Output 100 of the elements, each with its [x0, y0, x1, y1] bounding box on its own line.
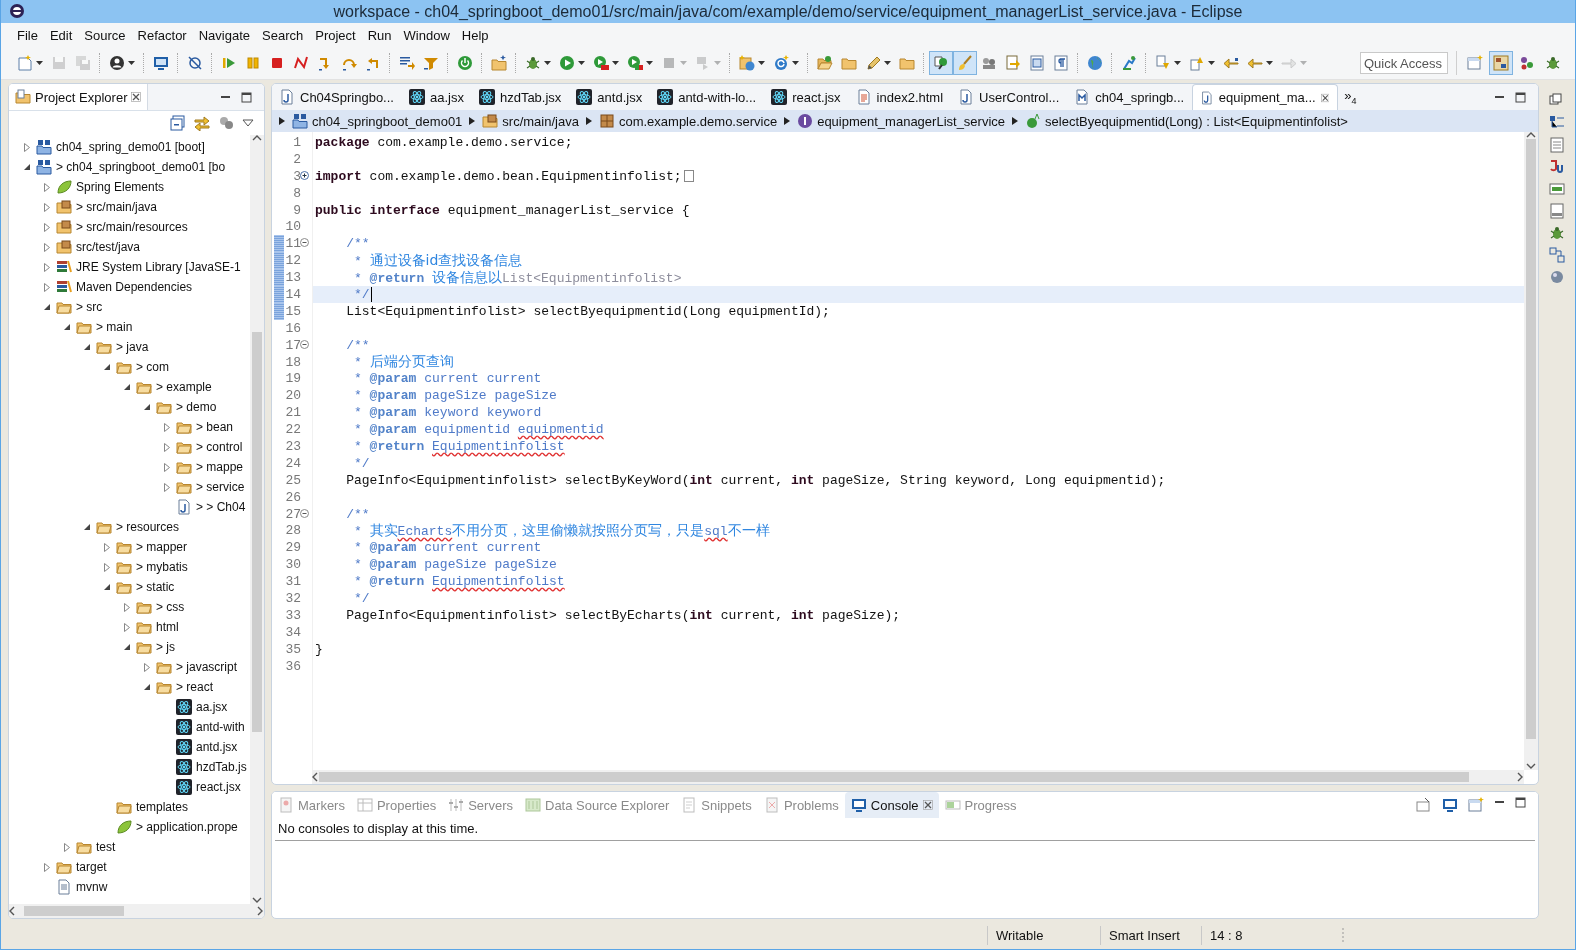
menu-item[interactable]: File — [11, 25, 44, 45]
tree-item[interactable]: Spring Elements — [76, 180, 165, 194]
tree-item[interactable]: aa.jsx — [196, 700, 228, 714]
tree-item[interactable]: > css — [156, 600, 185, 614]
quick-access-field[interactable]: Quick Access — [1360, 52, 1448, 74]
scroll-right-icon[interactable] — [257, 906, 264, 916]
tree-item[interactable]: > application.prope — [136, 820, 238, 834]
expanded-arrow-icon[interactable] — [103, 583, 111, 591]
editor-tab[interactable]: antd-with-lo... — [650, 84, 765, 110]
caret-icon[interactable] — [758, 61, 765, 65]
editor-tab[interactable]: equipment_ma... — [1192, 84, 1339, 110]
fold-minus-icon[interactable] — [300, 339, 309, 349]
breadcrumb-arrow-icon[interactable] — [584, 116, 593, 126]
editor-tab[interactable]: aa.jsx — [401, 84, 472, 110]
filter-icon[interactable] — [218, 115, 234, 131]
hierarchy-icon[interactable] — [1549, 247, 1565, 263]
link-arrows-icon[interactable] — [194, 115, 210, 131]
scroll-down-icon[interactable] — [252, 897, 262, 904]
horizontal-scrollbar[interactable] — [312, 770, 1524, 784]
expanded-arrow-icon[interactable] — [83, 343, 91, 351]
breadcrumb-item[interactable]: equipment_managerList_service — [797, 113, 1006, 129]
caret-icon[interactable] — [1266, 61, 1273, 65]
scroll-left-icon[interactable] — [312, 772, 319, 782]
tree-item[interactable]: > js — [156, 640, 175, 654]
menu-item[interactable]: Help — [455, 25, 495, 45]
perspective-button[interactable] — [1489, 51, 1513, 75]
fold-minus-icon[interactable] — [300, 238, 309, 248]
tree-item[interactable]: test — [96, 840, 116, 854]
collapsed-arrow-icon[interactable] — [43, 862, 51, 872]
scroll-right-icon[interactable] — [1517, 772, 1524, 782]
tree-item[interactable]: antd.jsx — [196, 740, 238, 754]
tree-item[interactable]: html — [156, 620, 179, 634]
pin-icon[interactable] — [1416, 797, 1432, 813]
close-icon[interactable] — [1320, 92, 1330, 103]
caret-icon[interactable] — [578, 61, 585, 65]
tree-item[interactable]: target — [76, 860, 107, 874]
menu-item[interactable]: Run — [361, 25, 398, 45]
view-tab[interactable]: Markers — [272, 792, 351, 818]
caret-icon[interactable] — [1208, 61, 1215, 65]
breadcrumb-item[interactable]: com.example.demo.service — [598, 113, 778, 129]
caret-icon[interactable] — [128, 61, 135, 65]
scroll-thumb[interactable] — [319, 772, 1469, 782]
tree-item[interactable]: > example — [156, 380, 212, 394]
expanded-arrow-icon[interactable] — [123, 383, 131, 391]
view-tab[interactable]: Problems — [757, 792, 845, 818]
breadcrumb-arrow-icon[interactable] — [783, 116, 792, 126]
tree-item[interactable]: > mappe — [196, 460, 244, 474]
tree-item[interactable]: Maven Dependencies — [76, 280, 193, 294]
tree-item[interactable]: templates — [136, 800, 189, 814]
tree-item[interactable]: > javascript — [176, 660, 238, 674]
tree-item[interactable]: > > Ch04 — [196, 500, 246, 514]
terminal-icon[interactable] — [1549, 181, 1565, 197]
breadcrumb-item[interactable]: selectByequipmentid(Long) : List<Equipmentinfolist> — [1025, 113, 1348, 129]
fold-minus-icon[interactable] — [300, 508, 309, 518]
close-icon[interactable] — [131, 92, 142, 102]
tree-item[interactable]: > demo — [176, 400, 217, 414]
breadcrumb-arrow-icon[interactable] — [278, 116, 286, 126]
maximize-icon[interactable] — [1515, 91, 1526, 103]
scroll-thumb[interactable] — [24, 906, 124, 916]
tree-item[interactable]: > src/main/resources — [76, 220, 188, 234]
menu-item[interactable]: Window — [397, 25, 456, 45]
caret-icon[interactable] — [884, 61, 891, 65]
tree-item[interactable]: mvnw — [76, 880, 108, 894]
expanded-arrow-icon[interactable] — [23, 163, 31, 171]
menu-item[interactable]: Search — [256, 25, 310, 45]
breadcrumb-item[interactable]: src/main/java — [482, 113, 579, 129]
caret-icon[interactable] — [544, 61, 551, 65]
outline-icon[interactable] — [1549, 115, 1565, 131]
tree-item[interactable]: > mybatis — [136, 560, 188, 574]
tree-item[interactable]: > com — [136, 360, 169, 374]
view-tab[interactable]: Project Explorer — [9, 84, 149, 110]
caret-icon[interactable] — [646, 61, 653, 65]
maximize-icon[interactable] — [1515, 797, 1526, 808]
tree-item[interactable]: react.jsx — [196, 780, 241, 794]
menu-item[interactable]: Refactor — [131, 25, 193, 45]
collapsed-arrow-icon[interactable] — [143, 662, 151, 672]
caret-icon[interactable] — [792, 61, 799, 65]
collapse-all-icon[interactable] — [170, 115, 186, 131]
tree-item[interactable]: JRE System Library [JavaSE-1 — [76, 260, 241, 274]
expanded-arrow-icon[interactable] — [63, 323, 71, 331]
expanded-arrow-icon[interactable] — [143, 683, 151, 691]
task-list-icon[interactable] — [1549, 137, 1565, 153]
tree-item[interactable]: hzdTab.js — [196, 760, 247, 774]
scroll-left-icon[interactable] — [9, 906, 16, 916]
editor-tab[interactable]: Ch04Springbo... — [272, 84, 402, 110]
tree-item[interactable]: > ch04_springboot_demo01 [bo — [56, 160, 226, 174]
horizontal-scrollbar[interactable] — [9, 904, 264, 918]
expanded-arrow-icon[interactable] — [103, 363, 111, 371]
editor-tab[interactable]: UserControl... — [951, 84, 1068, 110]
tree-item[interactable]: > src — [76, 300, 103, 314]
editor-tab[interactable]: ch04_springb... — [1067, 84, 1193, 110]
display-console-icon[interactable] — [1442, 797, 1458, 813]
expanded-arrow-icon[interactable] — [143, 403, 151, 411]
collapsed-arrow-icon[interactable] — [63, 842, 71, 852]
close-icon[interactable] — [922, 800, 933, 810]
breadcrumb-arrow-icon[interactable] — [1011, 116, 1020, 126]
git-icon[interactable] — [1549, 203, 1565, 219]
caret-icon[interactable] — [1174, 61, 1181, 65]
editor-tab[interactable]: hzdTab.jsx — [471, 84, 570, 110]
view-tab[interactable]: Data Source Explorer — [519, 792, 676, 818]
